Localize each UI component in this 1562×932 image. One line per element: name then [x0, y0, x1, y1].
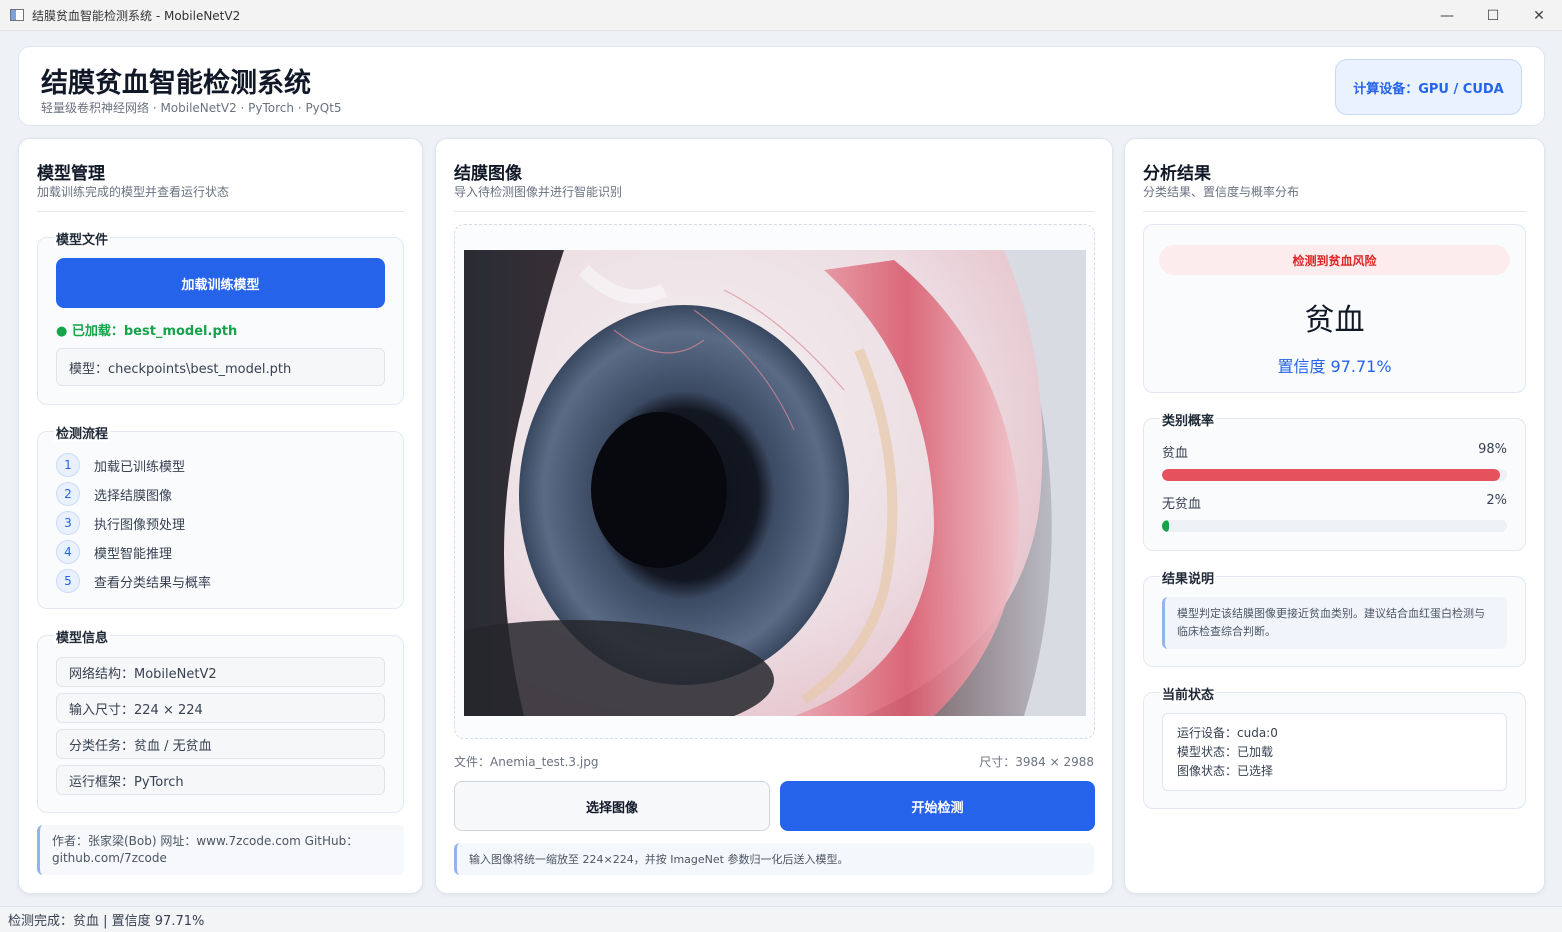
step-label: 执行图像预处理: [94, 517, 186, 533]
workflow-step: 5 查看分类结果与概率: [56, 568, 211, 594]
step-label: 查看分类结果与概率: [94, 575, 212, 591]
probability-fill: [1162, 469, 1501, 481]
probability-value: 98%: [1478, 442, 1507, 457]
class-probability-group: 类别概率 贫血 98% 无贫血 2%: [1143, 410, 1526, 551]
model-info-item: 输入尺寸：224 × 224: [56, 693, 385, 723]
workflow-step: 1 加载已训练模型: [56, 452, 185, 478]
minimize-button[interactable]: —: [1424, 0, 1470, 31]
step-number: 3: [56, 511, 80, 535]
start-detection-button[interactable]: 开始检测: [780, 781, 1095, 831]
file-name-label: 文件：Anemia_test.3.jpg: [454, 755, 599, 769]
step-label: 加载已训练模型: [94, 459, 186, 475]
workflow-step: 2 选择结膜图像: [56, 481, 172, 507]
panel-title: 模型管理: [37, 164, 105, 184]
status-line: 运行设备：cuda:0: [1177, 726, 1278, 740]
app-title: 结膜贫血智能检测系统: [41, 68, 311, 99]
group-title: 类别概率: [1160, 410, 1217, 429]
model-management-panel: 模型管理 加载训练完成的模型并查看运行状态 模型文件 加载训练模型 ● 已加载：…: [18, 138, 423, 894]
image-panel: 结膜图像 导入待检测图像并进行智能识别 文件：Anemia_test.3.jpg…: [435, 138, 1113, 894]
step-number: 1: [56, 453, 80, 477]
probability-row: 贫血 98%: [1162, 442, 1507, 461]
panel-title: 结膜图像: [454, 164, 522, 184]
risk-badge: 检测到贫血风险: [1159, 245, 1510, 275]
panel-subtitle: 导入待检测图像并进行智能识别: [454, 185, 623, 199]
divider: [1143, 211, 1526, 212]
current-status-group: 当前状态 运行设备：cuda:0 模型状态：已加载 图像状态：已选择: [1143, 684, 1526, 809]
model-info-item: 分类任务：贫血 / 无贫血: [56, 729, 385, 759]
author-info: 作者：张家梁(Bob) 网址：www.7zcode.com GitHub：git…: [37, 825, 404, 875]
model-info-item: 运行框架：PyTorch: [56, 765, 385, 795]
step-number: 5: [56, 569, 80, 593]
analysis-panel: 分析结果 分类结果、置信度与概率分布 检测到贫血风险 贫血 置信度 97.71%…: [1124, 138, 1545, 894]
maximize-button[interactable]: ☐: [1470, 0, 1516, 31]
window-controls: — ☐ ✕: [1424, 0, 1562, 31]
probability-value: 2%: [1486, 493, 1507, 508]
explanation-text: 模型判定该结膜图像更接近贫血类别。建议结合血红蛋白检测与临床检查综合判断。: [1162, 597, 1507, 649]
image-preview-frame: [454, 224, 1095, 739]
model-path-field: 模型：checkpoints\best_model.pth: [56, 348, 385, 386]
close-button[interactable]: ✕: [1516, 0, 1562, 31]
group-title: 模型信息: [54, 627, 111, 646]
probability-fill: [1162, 520, 1169, 532]
divider: [37, 211, 404, 212]
status-line: 图像状态：已选择: [1177, 764, 1274, 778]
step-number: 4: [56, 540, 80, 564]
probability-bar: [1162, 520, 1507, 532]
group-title: 检测流程: [54, 423, 111, 442]
group-title: 当前状态: [1160, 684, 1217, 703]
title-bar: 结膜贫血智能检测系统 - MobileNetV2 — ☐ ✕: [0, 0, 1562, 31]
workflow-step: 3 执行图像预处理: [56, 510, 185, 536]
load-model-button[interactable]: 加载训练模型: [56, 258, 385, 308]
model-info-group: 模型信息 网络结构：MobileNetV2 输入尺寸：224 × 224 分类任…: [37, 627, 404, 813]
model-info-item: 网络结构：MobileNetV2: [56, 657, 385, 687]
divider: [454, 211, 1094, 212]
app-icon: [10, 9, 24, 21]
device-badge: 计算设备：GPU / CUDA: [1335, 59, 1522, 115]
app-subtitle: 轻量级卷积神经网络 · MobileNetV2 · PyTorch · PyQt…: [41, 101, 342, 115]
explanation-group: 结果说明 模型判定该结膜图像更接近贫血类别。建议结合血红蛋白检测与临床检查综合判…: [1143, 568, 1526, 667]
group-title: 模型文件: [54, 229, 111, 248]
result-card: 检测到贫血风险 贫血 置信度 97.71%: [1143, 224, 1526, 393]
conjunctiva-image: [464, 250, 1086, 716]
result-label: 贫血: [1304, 303, 1365, 338]
model-loaded-status: ● 已加载：best_model.pth: [56, 324, 238, 339]
probability-label: 贫血: [1162, 446, 1189, 461]
preprocess-note: 输入图像将统一缩放至 224×224，并按 ImageNet 参数归一化后送入模…: [454, 843, 1094, 875]
panel-subtitle: 分类结果、置信度与概率分布: [1143, 185, 1300, 199]
window-title: 结膜贫血智能检测系统 - MobileNetV2: [32, 8, 241, 23]
group-title: 结果说明: [1160, 568, 1217, 587]
confidence-label: 置信度 97.71%: [1277, 357, 1392, 376]
probability-row: 无贫血 2%: [1162, 493, 1507, 512]
status-line: 模型状态：已加载: [1177, 745, 1274, 759]
probability-bar: [1162, 469, 1507, 481]
status-bar: 检测完成：贫血 | 置信度 97.71%: [0, 906, 1562, 932]
workflow-step: 4 模型智能推理: [56, 539, 172, 565]
step-label: 模型智能推理: [94, 546, 173, 562]
app-header: 结膜贫血智能检测系统 轻量级卷积神经网络 · MobileNetV2 · PyT…: [18, 46, 1545, 126]
step-label: 选择结膜图像: [94, 488, 173, 504]
model-file-group: 模型文件 加载训练模型 ● 已加载：best_model.pth 模型：chec…: [37, 229, 404, 405]
workflow-group: 检测流程 1 加载已训练模型 2 选择结膜图像 3 执行图像预处理 4 模型智能…: [37, 423, 404, 609]
select-image-button[interactable]: 选择图像: [454, 781, 770, 831]
image-size-label: 尺寸：3984 × 2988: [979, 755, 1094, 769]
probability-label: 无贫血: [1162, 497, 1202, 512]
panel-title: 分析结果: [1143, 164, 1211, 184]
step-number: 2: [56, 482, 80, 506]
status-box: 运行设备：cuda:0 模型状态：已加载 图像状态：已选择: [1162, 713, 1507, 791]
panel-subtitle: 加载训练完成的模型并查看运行状态: [37, 185, 230, 199]
